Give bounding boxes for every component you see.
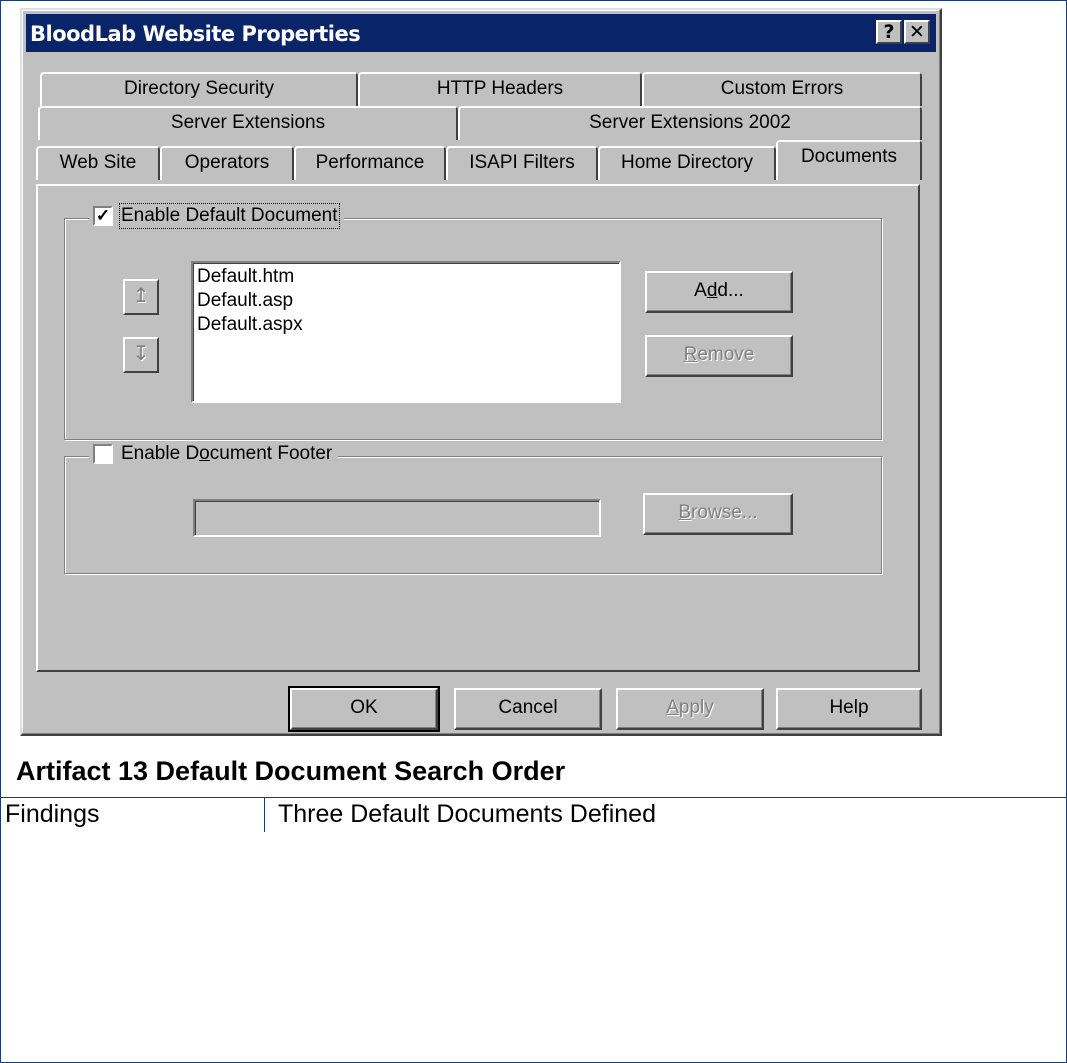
help-icon[interactable]: ? xyxy=(876,20,902,44)
list-item[interactable]: Default.htm xyxy=(197,265,615,289)
tab-operators[interactable]: Operators xyxy=(160,146,294,180)
enable-default-document-label[interactable]: Enable Default Document xyxy=(119,203,340,229)
tab-home-directory[interactable]: Home Directory xyxy=(598,146,776,180)
table-divider xyxy=(264,798,265,832)
list-item[interactable]: Default.asp xyxy=(197,289,615,313)
tab-documents[interactable]: Documents xyxy=(776,140,922,180)
document-footer-legend: Enable Document Footer xyxy=(89,443,339,465)
tab-http-headers[interactable]: HTTP Headers xyxy=(358,72,642,106)
tab-performance[interactable]: Performance xyxy=(294,146,446,180)
tab-isapi-filters[interactable]: ISAPI Filters xyxy=(446,146,598,180)
properties-dialog: BloodLab Website Properties ? ✕ Director… xyxy=(20,8,942,736)
tab-web-site[interactable]: Web Site xyxy=(36,146,160,180)
window-title: BloodLab Website Properties xyxy=(30,22,361,46)
tab-custom-errors[interactable]: Custom Errors xyxy=(642,72,922,106)
tab-server-extensions-2002[interactable]: Server Extensions 2002 xyxy=(458,106,922,140)
apply-button[interactable]: Apply xyxy=(616,688,764,730)
tab-directory-security[interactable]: Directory Security xyxy=(40,72,358,106)
list-item[interactable]: Default.aspx xyxy=(197,313,615,337)
add-button[interactable]: Add... xyxy=(645,271,793,313)
cancel-button[interactable]: Cancel xyxy=(454,688,602,730)
footer-path-field[interactable] xyxy=(193,499,601,537)
tab-server-extensions[interactable]: Server Extensions xyxy=(38,106,458,140)
enable-document-footer-checkbox[interactable] xyxy=(93,444,113,464)
enable-document-footer-label[interactable]: Enable Document Footer xyxy=(121,443,332,465)
move-up-icon[interactable]: ↥ xyxy=(123,279,159,315)
findings-table: Findings Three Default Documents Defined xyxy=(0,797,1067,832)
documents-panel: ✓ Enable Default Document ↥ ↧ Default.ht… xyxy=(36,184,920,672)
title-bar[interactable]: BloodLab Website Properties ? ✕ xyxy=(26,14,936,52)
findings-label: Findings xyxy=(5,800,100,828)
default-document-group: ✓ Enable Default Document ↥ ↧ Default.ht… xyxy=(64,203,882,440)
findings-value: Three Default Documents Defined xyxy=(278,800,656,828)
close-icon[interactable]: ✕ xyxy=(904,20,930,44)
help-button[interactable]: Help xyxy=(776,688,922,730)
document-footer-group: Enable Document Footer Browse... xyxy=(64,443,882,574)
move-down-icon[interactable]: ↧ xyxy=(123,337,159,373)
artifact-caption: Artifact 13 Default Document Search Orde… xyxy=(16,756,566,786)
default-document-legend: ✓ Enable Default Document xyxy=(89,203,344,229)
enable-default-document-checkbox[interactable]: ✓ xyxy=(93,206,113,226)
default-documents-list[interactable]: Default.htm Default.asp Default.aspx xyxy=(191,261,621,403)
browse-button[interactable]: Browse... xyxy=(643,493,793,535)
remove-button[interactable]: Remove xyxy=(645,335,793,377)
ok-button[interactable]: OK xyxy=(288,686,440,732)
